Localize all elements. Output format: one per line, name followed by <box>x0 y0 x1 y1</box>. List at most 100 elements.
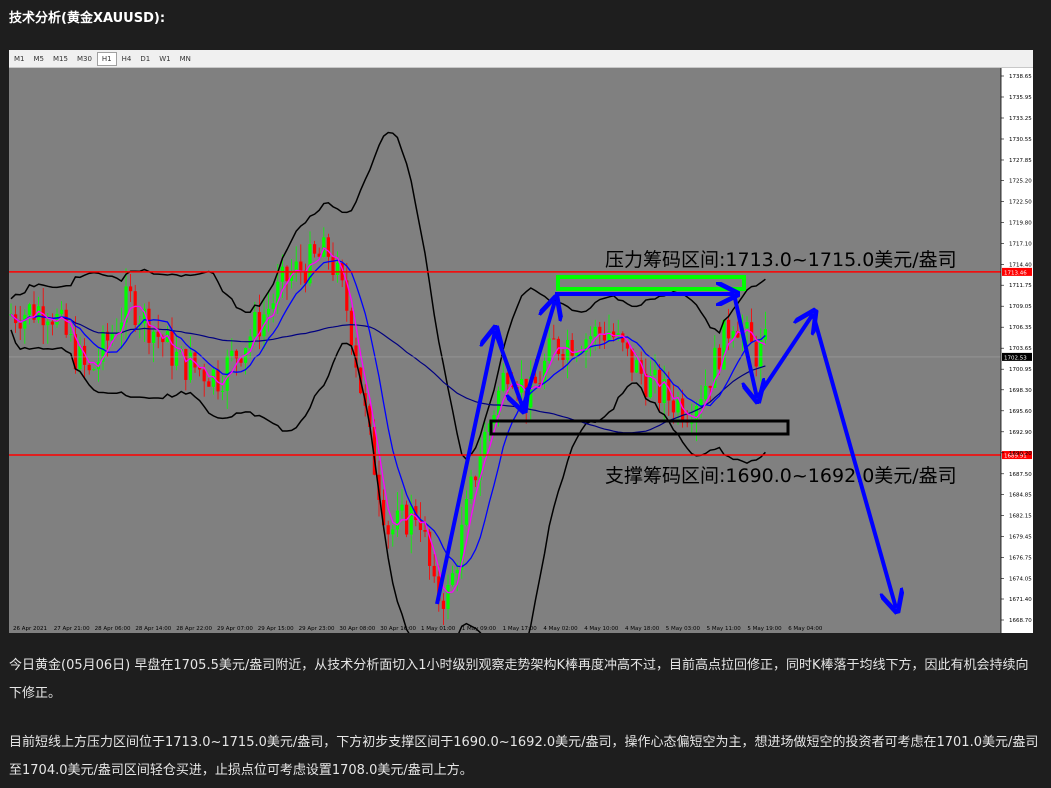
price-axis-label: 1714.40 <box>1009 263 1032 269</box>
candle-body <box>46 321 50 326</box>
price-axis-label: 1698.30 <box>1009 388 1032 394</box>
timeframe-mn[interactable]: MN <box>176 53 195 65</box>
candle-body <box>446 584 450 609</box>
time-axis-label: 29 Apr 07:00 <box>217 626 253 632</box>
time-axis-label: 30 Apr 08:00 <box>339 626 375 632</box>
support-zone-label: 支撑筹码区间:1690.0~1692.0美元/盎司 <box>605 465 957 487</box>
timeframe-m15[interactable]: M15 <box>49 53 72 65</box>
candle-body <box>469 476 473 499</box>
time-axis-label: 30 Apr 16:00 <box>380 626 416 632</box>
price-axis-label: 1684.85 <box>1009 492 1032 498</box>
time-axis-label: 5 May 11:00 <box>707 626 742 632</box>
candle-body <box>763 329 767 340</box>
price-axis-label: 1671.40 <box>1009 597 1032 603</box>
candle-body <box>727 319 731 339</box>
candle-body <box>285 266 289 281</box>
candle-body <box>690 422 694 424</box>
plot-background <box>9 68 1001 633</box>
time-axis-label: 28 Apr 22:00 <box>176 626 212 632</box>
price-axis-label: 1682.15 <box>1009 513 1032 519</box>
price-axis-label: 1725.20 <box>1009 179 1032 185</box>
candle-body <box>349 310 353 346</box>
candle-body <box>133 291 137 326</box>
price-chart[interactable]: 1713.46 1689.91 1702.53 压力筹码区间:1713.0~1715… <box>9 68 1033 668</box>
price-axis-label: 1668.70 <box>1009 618 1032 624</box>
candle-body <box>483 431 487 457</box>
timeframe-h4[interactable]: H4 <box>118 53 136 65</box>
timeframe-m5[interactable]: M5 <box>30 53 49 65</box>
price-axis-label: 1700.95 <box>1009 367 1032 373</box>
resistance-price-tag: 1713.46 <box>1004 270 1027 276</box>
candle-body <box>432 565 436 577</box>
resistance-zone-label: 压力筹码区间:1713.0~1715.0美元/盎司 <box>605 249 957 271</box>
time-axis-label: 1 May 09:00 <box>462 626 497 632</box>
timeframe-h1[interactable]: H1 <box>96 51 117 66</box>
candle-body <box>280 266 284 282</box>
candle-body <box>87 364 91 371</box>
price-axis-label: 1730.55 <box>1009 137 1032 143</box>
candle-body <box>18 323 22 329</box>
candle-body <box>570 339 574 356</box>
time-axis-label: 29 Apr 23:00 <box>299 626 335 632</box>
candle-body <box>708 385 712 388</box>
current-price-tag: 1702.53 <box>1004 355 1027 361</box>
price-axis-label: 1676.75 <box>1009 555 1032 561</box>
candle-body <box>423 530 427 532</box>
time-axis-label: 27 Apr 21:00 <box>54 626 90 632</box>
candle-body <box>451 573 455 585</box>
candle-body <box>501 372 505 391</box>
candle-body <box>671 400 675 413</box>
time-axis-label: 26 Apr 2021 <box>13 626 47 632</box>
candle-body <box>745 322 749 329</box>
candle-body <box>336 263 340 275</box>
time-axis-label: 5 May 03:00 <box>666 626 701 632</box>
candle-body <box>409 506 413 535</box>
candle-body <box>754 342 758 367</box>
price-axis-label: 1722.50 <box>1009 200 1032 206</box>
timeframe-w1[interactable]: W1 <box>155 53 174 65</box>
candle-body <box>455 570 459 574</box>
candle-body <box>547 338 551 361</box>
candle-body <box>441 600 445 609</box>
price-axis-label: 1717.10 <box>1009 242 1032 248</box>
candle-body <box>221 390 225 392</box>
time-axis-label: 1 May 17:00 <box>503 626 538 632</box>
timeframe-d1[interactable]: D1 <box>136 53 154 65</box>
candle-body <box>533 376 537 384</box>
candle-body <box>184 349 188 380</box>
candle-body <box>635 360 639 373</box>
price-axis-label: 1733.25 <box>1009 116 1032 122</box>
candle-body <box>207 381 211 387</box>
candle-body <box>253 312 257 337</box>
candle-body <box>464 498 468 525</box>
candle-body <box>92 369 96 371</box>
price-axis-label: 1719.80 <box>1009 221 1032 227</box>
candle-body <box>152 331 156 343</box>
price-axis-label: 1690.20 <box>1009 451 1032 457</box>
timeframe-toolbar: M1 M5 M15 M30 H1 H4 D1 W1 MN <box>9 50 1033 68</box>
candle-body <box>129 286 133 292</box>
candle-body <box>299 261 303 271</box>
time-axis-label: 4 May 02:00 <box>543 626 578 632</box>
candle-body <box>69 334 73 336</box>
candle-body <box>391 529 395 535</box>
timeframe-m30[interactable]: M30 <box>73 53 96 65</box>
price-axis-label: 1687.50 <box>1009 472 1032 478</box>
candle-body <box>322 237 326 257</box>
timeframe-m1[interactable]: M1 <box>10 53 29 65</box>
price-axis-label: 1674.05 <box>1009 576 1032 582</box>
candle-body <box>64 309 68 335</box>
candle-body <box>552 338 556 340</box>
candle-body <box>230 350 234 357</box>
analysis-paragraph-2: 目前短线上方压力区间位于1713.0~1715.0美元/盎司，下方初步支撑区间于… <box>9 735 1039 778</box>
candle-body <box>267 308 271 315</box>
candle-body <box>648 375 652 398</box>
candle-body <box>193 352 197 368</box>
candle-body <box>400 504 404 511</box>
price-axis-label: 1679.45 <box>1009 534 1032 540</box>
candle-body <box>653 369 657 376</box>
candle-body <box>60 309 64 314</box>
time-axis-label: 28 Apr 14:00 <box>135 626 171 632</box>
candle-body <box>234 350 238 359</box>
price-axis-label: 1692.90 <box>1009 430 1032 436</box>
